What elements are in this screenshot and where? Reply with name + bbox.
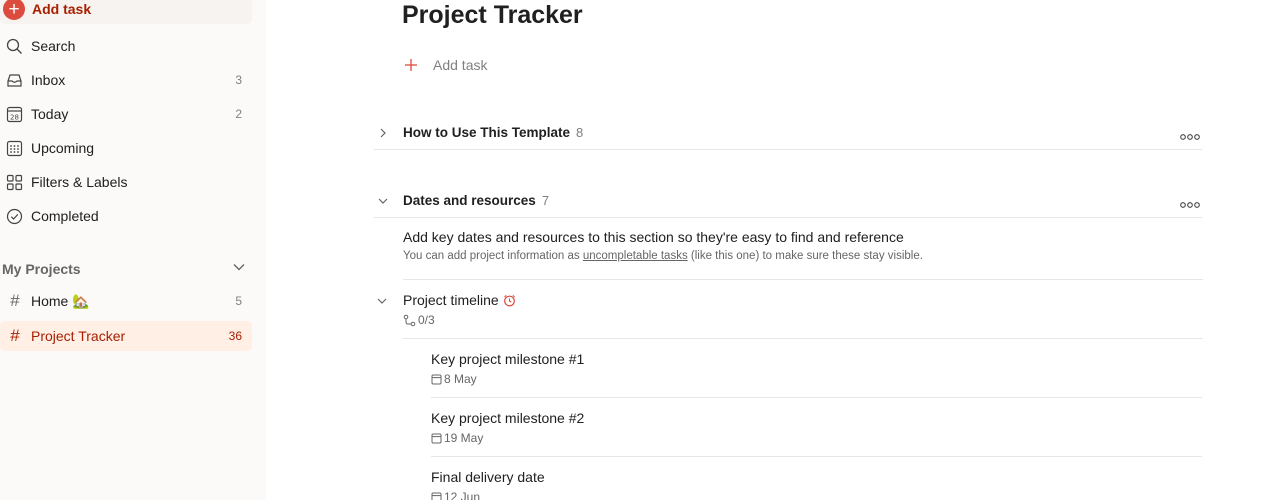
my-projects-header[interactable]: My Projects [2, 258, 252, 280]
chevron-right-icon[interactable] [374, 127, 392, 139]
page-title: Project Tracker [402, 1, 583, 29]
grid-icon [5, 173, 23, 191]
task-milestone-2[interactable]: Key project milestone #2 19 May [431, 410, 1202, 457]
section-header-dates-resources[interactable]: Dates and resources 7 [374, 184, 1202, 218]
hash-icon: # [10, 326, 20, 345]
inbox-icon [5, 71, 23, 89]
description-link[interactable]: uncompletable tasks [583, 250, 688, 262]
add-task-label: Add task [433, 57, 488, 73]
check-circle-icon [5, 207, 23, 225]
more-options-icon[interactable] [1180, 196, 1200, 212]
task-title: Key project milestone #1 [431, 351, 585, 367]
section-header-how-to-use[interactable]: How to Use This Template 8 [374, 116, 1202, 150]
plus-icon: + [3, 0, 25, 20]
alarm-clock-icon [503, 294, 516, 307]
chevron-down-icon[interactable] [374, 195, 392, 207]
task-project-timeline[interactable]: Project timeline 0/3 [403, 292, 1203, 339]
task-title: Project timeline [403, 292, 499, 308]
task-description: You can add project information as uncom… [403, 250, 923, 262]
sidebar-add-task-button[interactable]: + Add task [0, 0, 252, 24]
sidebar-item-label: Project Tracker [31, 328, 126, 344]
section-name: Dates and resources [403, 193, 536, 208]
section-count: 7 [541, 193, 550, 208]
search-icon [5, 37, 23, 55]
calendar-icon [431, 433, 444, 444]
subtask-count: 0/3 [418, 313, 435, 327]
sidebar-project-project-tracker[interactable]: # Project Tracker 36 [0, 321, 252, 351]
sidebar-item-label: Search [31, 38, 76, 54]
sidebar-item-label: Completed [31, 208, 99, 224]
svg-text:28: 28 [10, 113, 19, 121]
add-task-label: Add task [32, 1, 92, 17]
section-count: 8 [576, 125, 584, 140]
due-date-text: 12 Jun [444, 490, 481, 500]
sidebar-item-label: Filters & Labels [31, 174, 128, 190]
task-due-date: 19 May [431, 431, 1202, 445]
chevron-down-icon[interactable] [376, 294, 388, 310]
task-milestone-1[interactable]: Key project milestone #1 8 May [431, 351, 1202, 398]
sidebar-item-today[interactable]: 28 Today 2 [0, 99, 252, 129]
plus-icon [404, 54, 422, 76]
task-title: Final delivery date [431, 469, 545, 485]
calendar-icon [431, 374, 444, 385]
subtask-icon [403, 314, 418, 327]
sidebar-item-search[interactable]: Search [0, 31, 252, 61]
sidebar: + Add task Search Inbox 3 28 Today 2 Upc… [0, 0, 266, 500]
task-title-row: Project timeline [403, 292, 1203, 308]
today-count: 2 [235, 107, 242, 121]
task-due-date: 12 Jun [431, 490, 1202, 500]
task-final-delivery[interactable]: Final delivery date 12 Jun [431, 469, 1202, 500]
project-count: 36 [228, 329, 242, 343]
calendar-icon [431, 492, 444, 500]
add-task-button[interactable]: Add task [404, 54, 487, 76]
sidebar-item-label: Inbox [31, 72, 66, 88]
task-resources[interactable]: Add key dates and resources to this sect… [403, 229, 1203, 280]
sidebar-item-label: Today [31, 106, 69, 122]
due-date-text: 19 May [444, 431, 484, 445]
task-due-date: 8 May [431, 372, 1202, 386]
my-projects-title: My Projects [2, 261, 81, 277]
sidebar-item-inbox[interactable]: Inbox 3 [0, 65, 252, 95]
sidebar-item-label: Upcoming [31, 140, 95, 156]
sidebar-item-filters-labels[interactable]: Filters & Labels [0, 167, 252, 197]
calendar-today-icon: 28 [5, 105, 23, 123]
project-count: 5 [235, 294, 242, 308]
task-title: Add key dates and resources to this sect… [403, 229, 904, 245]
task-title: Key project milestone #2 [431, 410, 585, 426]
hash-icon: # [10, 291, 20, 310]
sidebar-item-upcoming[interactable]: Upcoming [0, 133, 252, 163]
main-content: Project Tracker Add task How to Use This… [266, 0, 1281, 500]
inbox-count: 3 [235, 73, 242, 87]
sidebar-project-home[interactable]: # Home 🏡 5 [0, 286, 252, 316]
due-date-text: 8 May [444, 372, 477, 386]
subtask-counter: 0/3 [403, 313, 1203, 327]
calendar-icon [5, 139, 23, 157]
sidebar-item-label: Home 🏡 [31, 292, 90, 309]
more-options-icon[interactable] [1180, 128, 1200, 144]
sidebar-item-completed[interactable]: Completed [0, 201, 252, 231]
chevron-down-icon[interactable] [232, 260, 246, 277]
section-name: How to Use This Template [403, 125, 571, 140]
